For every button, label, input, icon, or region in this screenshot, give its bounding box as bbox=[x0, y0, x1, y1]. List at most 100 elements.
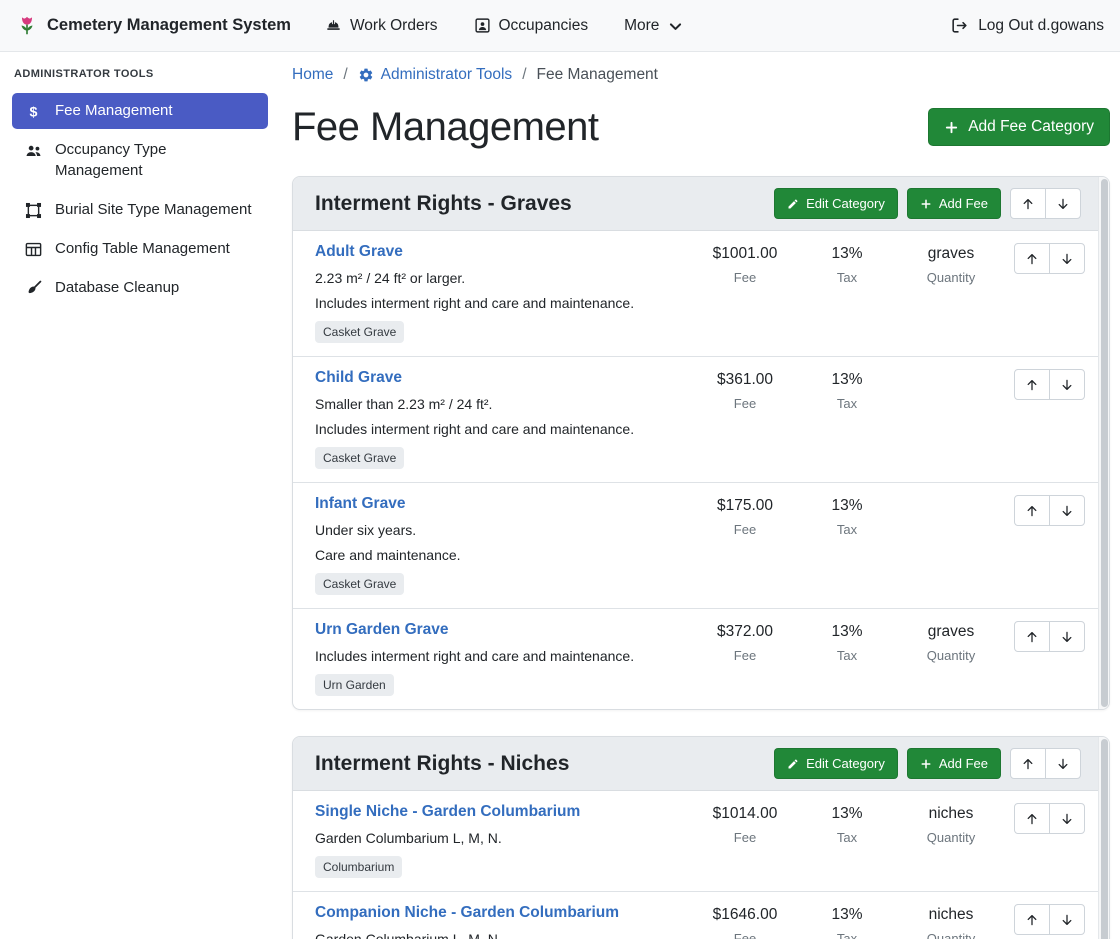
fee-row: Companion Niche - Garden ColumbariumGard… bbox=[293, 892, 1109, 939]
sidebar-item-burial-site-type-management[interactable]: Burial Site Type Management bbox=[12, 192, 268, 228]
main-content: Home / Administrator Tools / Fee Managem… bbox=[280, 52, 1110, 939]
logout-icon bbox=[950, 16, 969, 35]
edit-category-button[interactable]: Edit Category bbox=[774, 188, 898, 219]
broom-icon bbox=[24, 278, 43, 298]
fee-row: Infant GraveUnder six years.Care and mai… bbox=[293, 483, 1109, 609]
nav-work-orders-label: Work Orders bbox=[350, 17, 438, 35]
fee-type-badge: Casket Grave bbox=[315, 321, 404, 343]
move-fee-down-button[interactable] bbox=[1049, 243, 1085, 274]
fee-description: Garden Columbarium L, M, N. bbox=[315, 830, 693, 846]
fee-list: Adult Grave2.23 m² / 24 ft² or larger.In… bbox=[293, 231, 1109, 709]
scrollbar-thumb[interactable] bbox=[1101, 179, 1108, 707]
move-category-down-button[interactable] bbox=[1045, 748, 1081, 779]
fee-amount: $372.00Fee bbox=[693, 621, 797, 663]
move-fee-up-button[interactable] bbox=[1014, 621, 1050, 652]
move-fee-up-button[interactable] bbox=[1014, 904, 1050, 935]
fee-tax: 13%Tax bbox=[797, 243, 897, 285]
move-fee-up-button[interactable] bbox=[1014, 495, 1050, 526]
breadcrumb-separator: / bbox=[522, 66, 526, 84]
fee-description: Includes interment right and care and ma… bbox=[315, 648, 693, 664]
arrow-up-icon bbox=[1021, 757, 1035, 771]
nav-occupancies[interactable]: Occupancies bbox=[474, 17, 589, 35]
sidebar-item-config-table-management[interactable]: Config Table Management bbox=[12, 231, 268, 267]
edit-category-button[interactable]: Edit Category bbox=[774, 748, 898, 779]
nav-more[interactable]: More bbox=[624, 16, 684, 35]
fee-amount: $1646.00Fee bbox=[693, 904, 797, 939]
move-fee-down-button[interactable] bbox=[1049, 803, 1085, 834]
app-brand[interactable]: Cemetery Management System bbox=[16, 15, 291, 37]
move-fee-down-button[interactable] bbox=[1049, 621, 1085, 652]
fee-name-link[interactable]: Infant Grave bbox=[315, 495, 405, 512]
logout-label: Log Out d.gowans bbox=[978, 17, 1104, 35]
fee-name-link[interactable]: Adult Grave bbox=[315, 243, 403, 260]
category-header: Interment Rights - Graves Edit Category Ad… bbox=[293, 177, 1109, 231]
nav-work-orders[interactable]: Work Orders bbox=[325, 17, 438, 35]
fee-list: Single Niche - Garden Columbarium Garden … bbox=[293, 791, 1109, 939]
category-list: Interment Rights - Graves Edit Category Ad… bbox=[292, 176, 1110, 939]
move-category-down-button[interactable] bbox=[1045, 188, 1081, 219]
vector-square-icon bbox=[24, 200, 43, 220]
sidebar-heading: ADMINISTRATOR TOOLS bbox=[0, 60, 280, 90]
category-header: Interment Rights - Niches Edit Category Ad… bbox=[293, 737, 1109, 791]
card-scrollbar[interactable] bbox=[1098, 737, 1109, 939]
pencil-icon bbox=[787, 198, 799, 210]
sidebar-item-fee-management[interactable]: $ Fee Management bbox=[12, 93, 268, 129]
plus-icon bbox=[920, 198, 932, 210]
person-box-icon bbox=[474, 17, 491, 34]
add-fee-button[interactable]: Add Fee bbox=[907, 748, 1001, 779]
sidebar-item-label: Fee Management bbox=[55, 101, 173, 121]
sidebar-item-label: Burial Site Type Management bbox=[55, 200, 252, 220]
arrow-down-icon bbox=[1056, 197, 1070, 211]
fee-description: Under six years. bbox=[315, 522, 693, 538]
plus-icon bbox=[944, 120, 959, 135]
move-category-up-button[interactable] bbox=[1010, 748, 1046, 779]
pencil-icon bbox=[787, 758, 799, 770]
fee-category-card: Interment Rights - Niches Edit Category Ad… bbox=[292, 736, 1110, 939]
add-fee-button[interactable]: Add Fee bbox=[907, 188, 1001, 219]
arrow-down-icon bbox=[1060, 812, 1074, 826]
breadcrumb-admin-tools-link[interactable]: Administrator Tools bbox=[358, 66, 513, 84]
breadcrumb-home-link[interactable]: Home bbox=[292, 66, 333, 84]
fee-description: Includes interment right and care and ma… bbox=[315, 295, 693, 311]
move-fee-down-button[interactable] bbox=[1049, 369, 1085, 400]
arrow-up-icon bbox=[1025, 252, 1039, 266]
move-fee-down-button[interactable] bbox=[1049, 904, 1085, 935]
fee-name-link[interactable]: Single Niche - Garden Columbarium bbox=[315, 803, 580, 820]
svg-text:$: $ bbox=[30, 104, 38, 120]
fee-quantity: nichesQuantity bbox=[897, 803, 1005, 845]
fee-name-link[interactable]: Child Grave bbox=[315, 369, 402, 386]
fee-quantity: gravesQuantity bbox=[897, 621, 1005, 663]
page-header: Fee Management Add Fee Category bbox=[292, 104, 1110, 150]
people-icon bbox=[24, 140, 43, 160]
arrow-up-icon bbox=[1025, 812, 1039, 826]
category-title: Interment Rights - Graves bbox=[315, 192, 572, 216]
move-category-up-button[interactable] bbox=[1010, 188, 1046, 219]
fee-tax: 13%Tax bbox=[797, 369, 897, 411]
breadcrumb-separator: / bbox=[343, 66, 347, 84]
app-title: Cemetery Management System bbox=[47, 16, 291, 35]
arrow-up-icon bbox=[1025, 504, 1039, 518]
move-fee-up-button[interactable] bbox=[1014, 243, 1050, 274]
add-fee-category-button[interactable]: Add Fee Category bbox=[928, 108, 1110, 146]
sidebar-item-occupancy-type-management[interactable]: Occupancy Type Management bbox=[12, 132, 268, 189]
scrollbar-thumb[interactable] bbox=[1101, 739, 1108, 939]
fee-tax: 13%Tax bbox=[797, 904, 897, 939]
card-scrollbar[interactable] bbox=[1098, 177, 1109, 709]
arrow-down-icon bbox=[1060, 630, 1074, 644]
arrow-down-icon bbox=[1060, 378, 1074, 392]
arrow-up-icon bbox=[1025, 630, 1039, 644]
move-fee-down-button[interactable] bbox=[1049, 495, 1085, 526]
fee-name-link[interactable]: Urn Garden Grave bbox=[315, 621, 449, 638]
fee-amount: $1014.00Fee bbox=[693, 803, 797, 845]
fee-name-link[interactable]: Companion Niche - Garden Columbarium bbox=[315, 904, 619, 921]
move-fee-up-button[interactable] bbox=[1014, 803, 1050, 834]
arrow-down-icon bbox=[1060, 504, 1074, 518]
arrow-down-icon bbox=[1060, 252, 1074, 266]
move-fee-up-button[interactable] bbox=[1014, 369, 1050, 400]
fee-quantity bbox=[897, 495, 1005, 497]
hardhat-icon bbox=[325, 17, 342, 34]
sidebar-item-database-cleanup[interactable]: Database Cleanup bbox=[12, 270, 268, 306]
arrow-up-icon bbox=[1025, 913, 1039, 927]
category-title: Interment Rights - Niches bbox=[315, 752, 569, 776]
logout-button[interactable]: Log Out d.gowans bbox=[950, 16, 1104, 35]
